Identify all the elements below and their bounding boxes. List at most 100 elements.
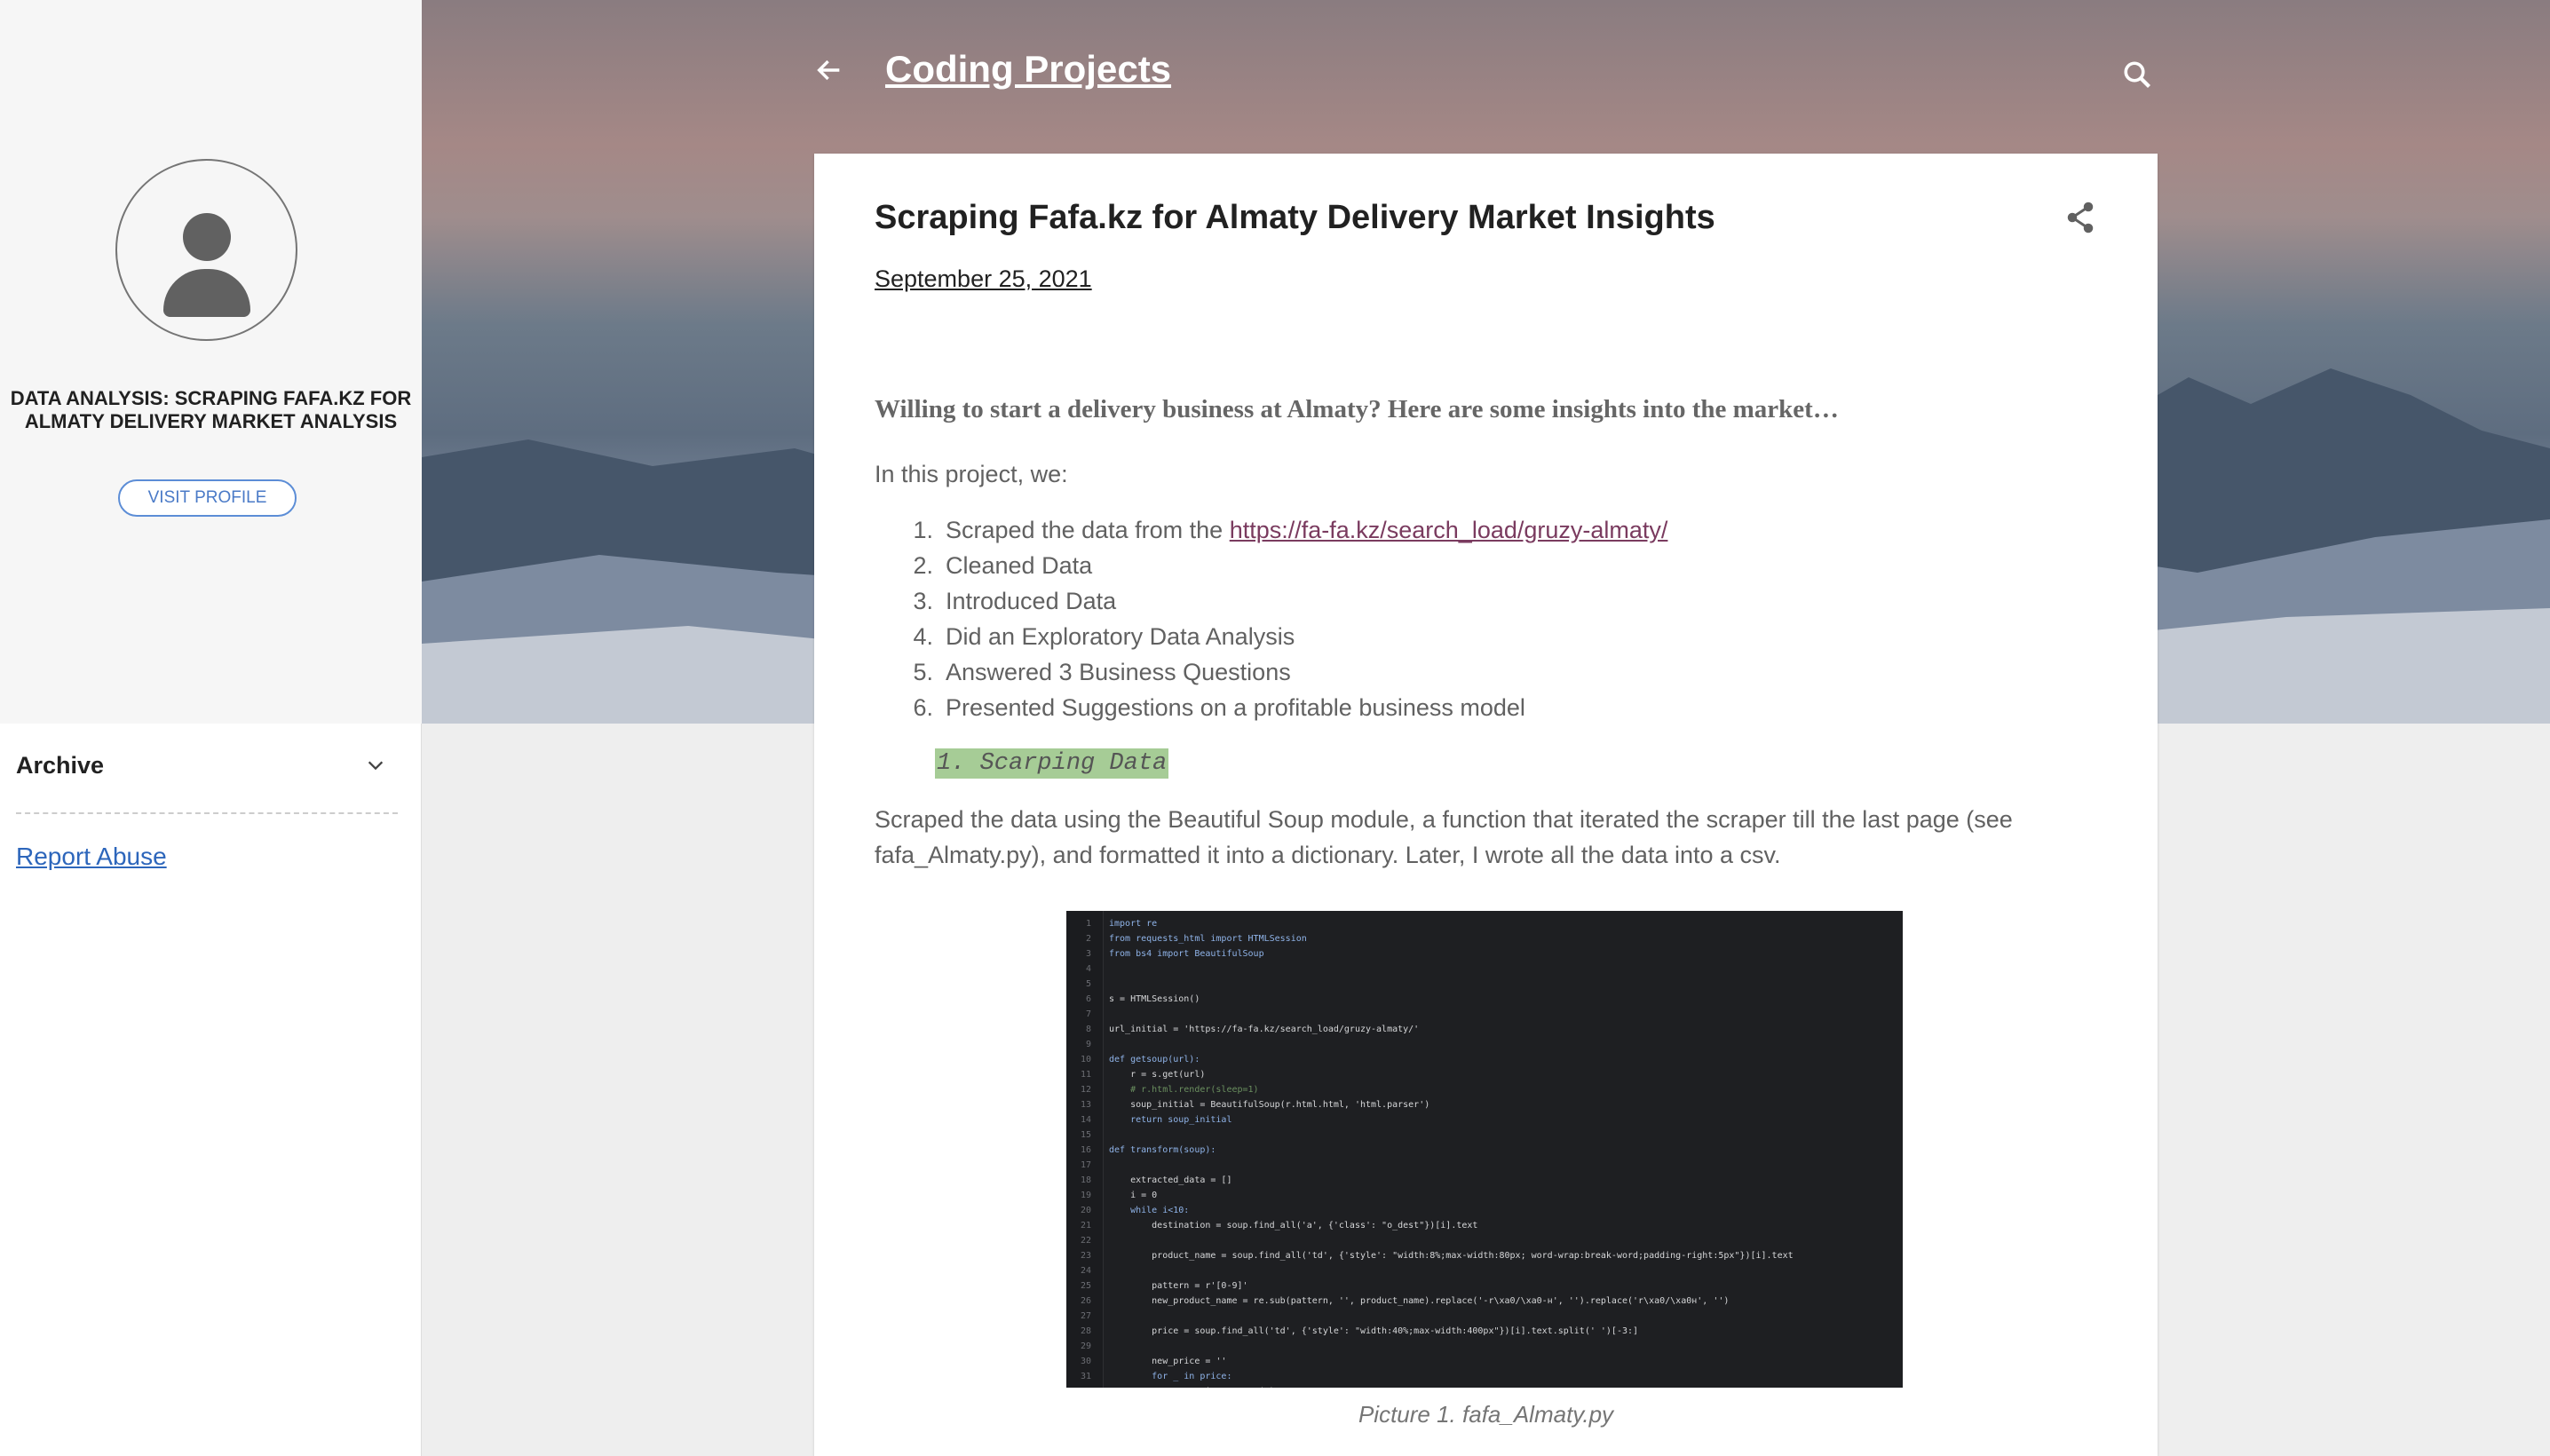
archive-label: Archive [16, 752, 105, 779]
code-text: while i<10: [1109, 1206, 1190, 1215]
code-line: 14 return soup_initial [1066, 1112, 1903, 1128]
code-line: 18 extracted_data = [] [1066, 1173, 1903, 1188]
code-line: 8 url_initial = 'https://fa-fa.kz/search_… [1066, 1022, 1903, 1037]
code-text: for _ in price: [1109, 1372, 1232, 1381]
line-number: 7 [1085, 1009, 1091, 1019]
line-number: 20 [1080, 1206, 1091, 1215]
code-text: import re [1109, 919, 1158, 929]
list-item: 1. Scraped the data from the https://fa-f… [913, 517, 1668, 543]
section-paragraph-line-2: fafa_Almaty.py), and formatted it into a… [875, 842, 1781, 868]
line-number: 21 [1080, 1221, 1091, 1230]
report-abuse-link[interactable]: Report Abuse [16, 843, 167, 871]
line-number: 24 [1080, 1266, 1091, 1276]
section-paragraph-line-1: Scraped the data using the Beautiful Sou… [875, 806, 2013, 833]
line-number: 9 [1085, 1040, 1091, 1049]
avatar[interactable] [115, 159, 297, 341]
line-number: 14 [1080, 1115, 1091, 1125]
visit-profile-button[interactable]: VISIT PROFILE [118, 479, 297, 517]
code-line: 4 [1066, 961, 1903, 977]
code-line: 23 product_name = soup.find_all('td', {'… [1066, 1248, 1903, 1263]
line-number: 10 [1080, 1055, 1091, 1064]
line-number: 23 [1080, 1251, 1091, 1261]
line-number: 18 [1080, 1175, 1091, 1185]
code-line: 27 [1066, 1309, 1903, 1324]
line-number: 11 [1080, 1070, 1091, 1080]
code-line: 13 soup_initial = BeautifulSoup(r.html.h… [1066, 1097, 1903, 1112]
code-line: 21 destination = soup.find_all('a', {'cl… [1066, 1218, 1903, 1233]
list-item: 6. Presented Suggestions on a profitable … [913, 694, 1525, 721]
code-text: i = 0 [1109, 1191, 1158, 1200]
line-number: 27 [1080, 1311, 1091, 1321]
code-line: 25 pattern = r'[0-9]' [1066, 1278, 1903, 1294]
code-line: 19 i = 0 [1066, 1188, 1903, 1203]
person-icon [183, 213, 231, 261]
list-item: 3. Introduced Data [913, 588, 1117, 614]
line-number: 2 [1085, 934, 1091, 944]
code-line: 24 [1066, 1263, 1903, 1278]
archive-widget[interactable]: Archive [16, 750, 398, 814]
line-number: 25 [1080, 1281, 1091, 1291]
code-text: new_price = '' [1109, 1357, 1227, 1366]
share-icon[interactable] [2064, 200, 2096, 235]
line-number: 4 [1085, 964, 1091, 974]
post-title: Scraping Fafa.kz for Almaty Delivery Mar… [875, 199, 1715, 236]
profile-panel: DATA ANALYSIS: SCRAPING FAFA.KZ FOR ALMA… [0, 0, 422, 724]
line-number: 22 [1080, 1236, 1091, 1246]
code-text: price = soup.find_all('td', {'style': "w… [1109, 1326, 1639, 1336]
code-line: 11 r = s.get(url) [1066, 1067, 1903, 1082]
post-date[interactable]: September 25, 2021 [875, 265, 1092, 293]
arrow-left-icon[interactable] [814, 55, 844, 85]
fafa-link[interactable]: https://fa-fa.kz/search_load/gruzy-almat… [1230, 517, 1668, 543]
code-line: 16 def transform(soup): [1066, 1143, 1903, 1158]
code-line: 28 price = soup.find_all('td', {'style':… [1066, 1324, 1903, 1339]
code-line: 7 [1066, 1007, 1903, 1022]
line-number: 16 [1080, 1145, 1091, 1155]
chevron-down-icon[interactable] [366, 756, 385, 775]
code-line: 15 [1066, 1128, 1903, 1143]
line-number: 17 [1080, 1160, 1091, 1170]
code-line: 20 while i<10: [1066, 1203, 1903, 1218]
post-card: Scraping Fafa.kz for Almaty Delivery Mar… [814, 154, 2158, 1456]
code-text: def transform(soup): [1109, 1145, 1216, 1155]
lead-text: In this project, we: [875, 461, 1068, 487]
code-text: return soup_initial [1109, 1115, 1232, 1125]
code-line: 9 [1066, 1037, 1903, 1052]
line-number: 31 [1080, 1372, 1091, 1381]
person-icon-body [163, 269, 250, 317]
code-text: def getsoup(url): [1109, 1055, 1200, 1064]
post-intro: Willing to start a delivery business at … [875, 395, 1839, 423]
code-line: 10 def getsoup(url): [1066, 1052, 1903, 1067]
search-icon[interactable] [2121, 59, 2153, 91]
code-line: 29 [1066, 1339, 1903, 1354]
code-line: 22 [1066, 1233, 1903, 1248]
code-text: soup_initial = BeautifulSoup(r.html.html… [1109, 1100, 1430, 1110]
line-number: 13 [1080, 1100, 1091, 1110]
code-text: new_price += str(_) [1109, 1387, 1274, 1388]
profile-name: DATA ANALYSIS: SCRAPING FAFA.KZ FOR ALMA… [10, 387, 412, 432]
project-steps-list: 1. Scraped the data from the https://fa-f… [903, 512, 1667, 725]
code-line: 5 [1066, 977, 1903, 992]
code-line: 17 [1066, 1158, 1903, 1173]
code-text: product_name = soup.find_all('td', {'sty… [1109, 1251, 1794, 1261]
code-line: 32 new_price += str(_) [1066, 1384, 1903, 1388]
code-line: 26 new_product_name = re.sub(pattern, ''… [1066, 1294, 1903, 1309]
code-screenshot-image[interactable]: 1 import re 2 from requests_html import HTM… [1066, 911, 1903, 1388]
list-item: 2. Cleaned Data [913, 552, 1093, 579]
line-number: 6 [1085, 994, 1091, 1004]
line-number: 12 [1080, 1085, 1091, 1095]
code-line: 30 new_price = '' [1066, 1354, 1903, 1369]
sidebar: DATA ANALYSIS: SCRAPING FAFA.KZ FOR ALMA… [0, 0, 422, 1456]
image-caption: Picture 1. fafa_Almaty.py [1358, 1401, 1614, 1428]
list-item: 4. Did an Exploratory Data Analysis [913, 623, 1295, 650]
line-number: 26 [1080, 1296, 1091, 1306]
code-text: # r.html.render(sleep=1) [1109, 1085, 1259, 1095]
line-number: 29 [1080, 1341, 1091, 1351]
code-text: url_initial = 'https://fa-fa.kz/search_l… [1109, 1025, 1420, 1034]
line-number: 3 [1085, 949, 1091, 959]
code-line: 6 s = HTMLSession() [1066, 992, 1903, 1007]
blog-title[interactable]: Coding Projects [885, 48, 1171, 91]
code-text: new_product_name = re.sub(pattern, '', p… [1109, 1296, 1730, 1306]
line-number: 15 [1080, 1130, 1091, 1140]
line-number: 1 [1085, 919, 1091, 929]
line-number: 28 [1080, 1326, 1091, 1336]
